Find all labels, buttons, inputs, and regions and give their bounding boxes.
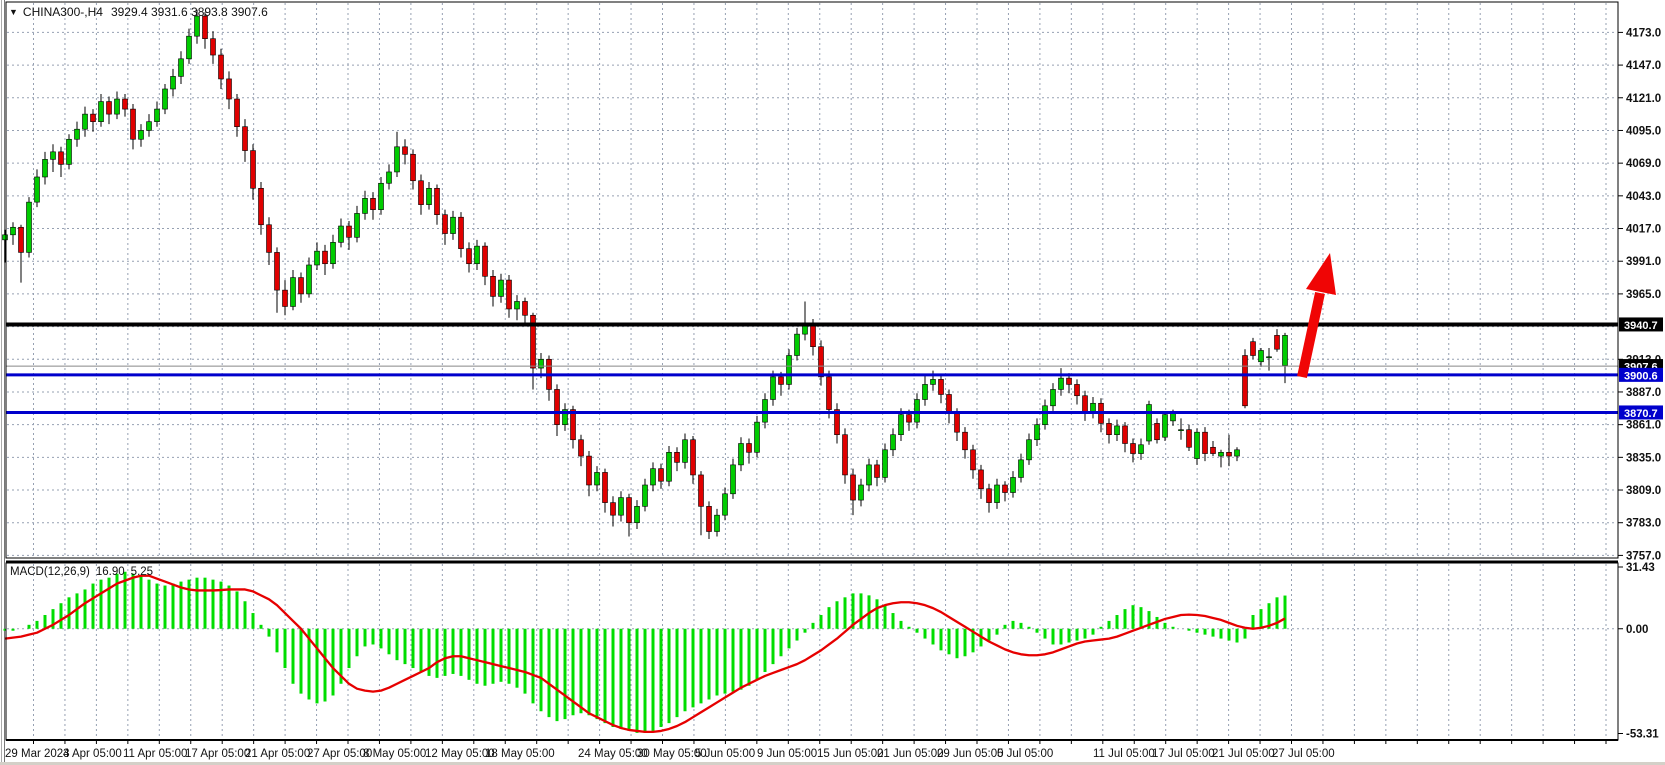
chart-title: ▼ CHINA300-,H4 3929.4 3931.6 3893.8 3907.6 xyxy=(9,5,268,19)
candlestick-chart-canvas[interactable]: 4173.0 4147.0 4121.0 4095.0 4069.0 4043.0 4017… xyxy=(0,0,1665,765)
price-axis-label: 3809.0 xyxy=(1626,485,1661,497)
time-axis-label: 18 May 05:00 xyxy=(485,748,555,760)
price-axis-label: 4069.0 xyxy=(1626,158,1661,170)
price-axis-label: 4147.0 xyxy=(1626,60,1661,72)
time-axis-label: 21 Jul 05:00 xyxy=(1212,748,1275,760)
chart-dropdown-icon[interactable]: ▼ xyxy=(9,7,18,17)
macd-signal-value: 5.25 xyxy=(131,566,153,578)
left-frame xyxy=(0,0,6,765)
price-axis-label: 3965.0 xyxy=(1626,289,1661,301)
price-axis-label: 3861.0 xyxy=(1626,420,1661,432)
svg-text:3940.7: 3940.7 xyxy=(1624,320,1658,332)
price-axis-label: 4095.0 xyxy=(1626,125,1661,137)
price-badge-3940.7: 3940.7 xyxy=(1619,317,1663,332)
price-axis-label: 4043.0 xyxy=(1626,191,1661,203)
ohlc-values: 3929.4 3931.6 3893.8 3907.6 xyxy=(111,5,268,19)
svg-text:3870.7: 3870.7 xyxy=(1624,408,1658,420)
time-axis-label: 17 Jul 05:00 xyxy=(1152,748,1215,760)
price-badge-3870.7: 3870.7 xyxy=(1619,405,1663,420)
price-axis-label: 4121.0 xyxy=(1626,93,1661,105)
price-axis-label: 4173.0 xyxy=(1626,27,1661,39)
price-badge-3900.6: 3900.6 xyxy=(1619,368,1663,383)
price-axis-label: 3757.0 xyxy=(1626,550,1661,562)
macd-name: MACD(12,26,9) xyxy=(10,566,90,578)
symbol-period-label: CHINA300-,H4 xyxy=(23,5,103,19)
time-axis-label: 15 Jun 05:00 xyxy=(817,748,884,760)
time-axis-label: 29 Jun 05:00 xyxy=(937,748,1004,760)
time-axis-label: 9 Jun 05:00 xyxy=(757,748,817,760)
time-axis-label: 21 Apr 05:00 xyxy=(245,748,310,760)
trading-chart-window: 4173.0 4147.0 4121.0 4095.0 4069.0 4043.0 4017… xyxy=(0,0,1665,765)
time-axis-label: 21 Jun 05:00 xyxy=(877,748,944,760)
time-axis-label: 8 May 05:00 xyxy=(363,748,426,760)
time-axis-label: 17 Apr 05:00 xyxy=(185,748,250,760)
svg-text:3900.6: 3900.6 xyxy=(1624,370,1658,382)
price-axis-label: 4017.0 xyxy=(1626,224,1661,236)
time-axis-label: 11 Apr 05:00 xyxy=(123,748,187,760)
price-axis-label: 3783.0 xyxy=(1626,518,1661,530)
time-axis-label: 5 Jun 05:00 xyxy=(695,748,755,760)
price-axis-label: 3991.0 xyxy=(1626,256,1661,268)
macd-main-value: 16.90 xyxy=(96,566,125,578)
price-axis-label: 3835.0 xyxy=(1626,452,1661,464)
time-axis-label: 11 Jul 05:00 xyxy=(1093,748,1155,760)
macd-axis-label: -53.31 xyxy=(1626,729,1659,741)
time-axis-label: 27 Jul 05:00 xyxy=(1272,748,1335,760)
price-axis-label: 3887.0 xyxy=(1626,387,1661,399)
time-axis-label: 4 Apr 05:00 xyxy=(63,748,122,760)
macd-indicator-label: MACD(12,26,9) 16.90 5.25 xyxy=(10,566,153,578)
time-axis-label: 5 Jul 05:00 xyxy=(997,748,1053,760)
time-axis-label: 29 Mar 2023 xyxy=(5,748,70,760)
macd-axis-label: 0.00 xyxy=(1626,624,1648,636)
macd-axis-label: 31.43 xyxy=(1626,562,1655,574)
